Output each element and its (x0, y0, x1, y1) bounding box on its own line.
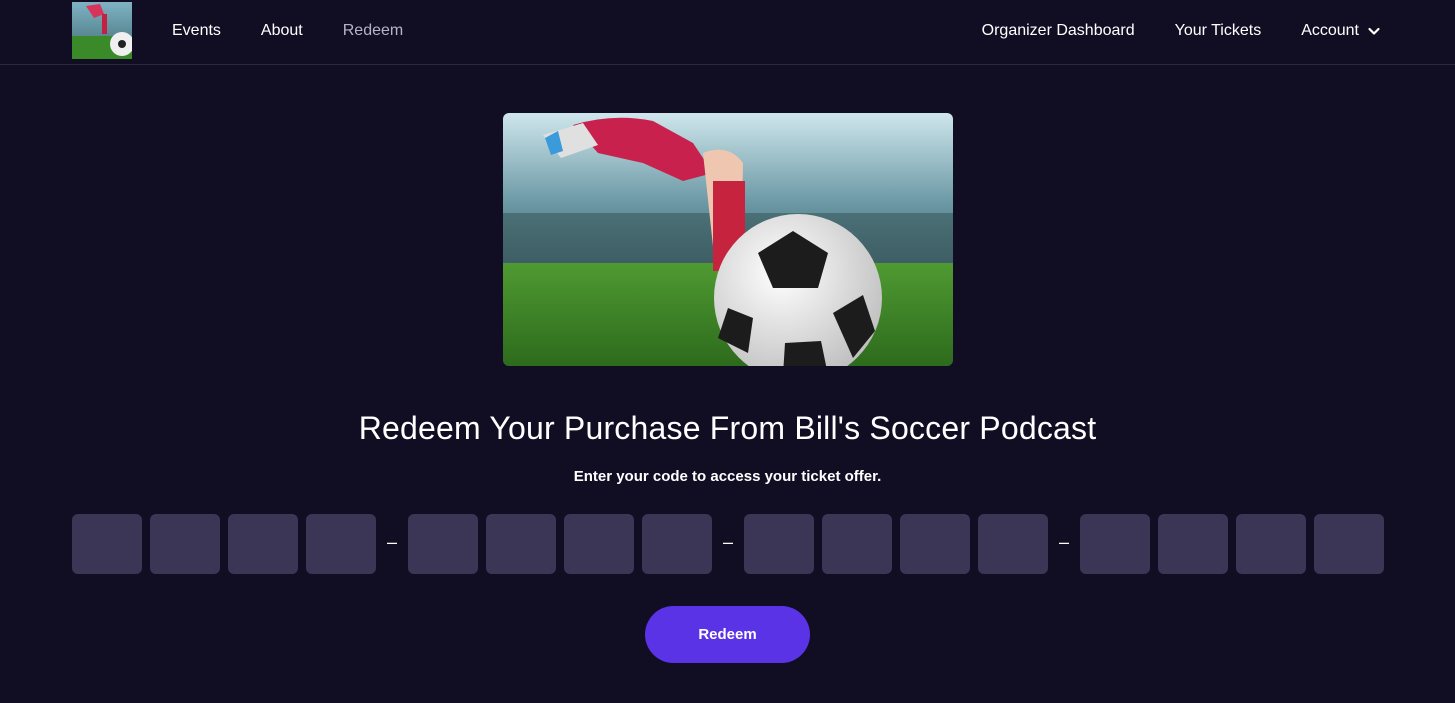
code-char-input[interactable] (150, 514, 220, 574)
page-subtitle: Enter your code to access your ticket of… (573, 468, 882, 485)
account-menu[interactable]: Account (1301, 22, 1381, 40)
code-char-input[interactable] (900, 514, 970, 574)
code-char-input[interactable] (642, 514, 712, 574)
code-char-input[interactable] (1236, 514, 1306, 574)
page-title: Redeem Your Purchase From Bill's Soccer … (358, 410, 1097, 446)
primary-nav: Events About Redeem (172, 0, 443, 62)
nav-your-tickets[interactable]: Your Tickets (1175, 22, 1262, 40)
top-navigation: Events About Redeem Organizer Dashboard … (0, 0, 1455, 65)
code-char-input[interactable] (408, 514, 478, 574)
nav-organizer-dashboard[interactable]: Organizer Dashboard (982, 22, 1135, 40)
redeem-button[interactable]: Redeem (645, 606, 810, 663)
code-separator: – (1058, 532, 1069, 552)
nav-about[interactable]: About (261, 22, 303, 40)
code-char-input[interactable] (744, 514, 814, 574)
code-separator: – (386, 532, 397, 552)
code-char-input[interactable] (72, 514, 142, 574)
code-separator: – (722, 532, 733, 552)
code-char-input[interactable] (486, 514, 556, 574)
chevron-down-icon (1367, 24, 1381, 38)
nav-redeem[interactable]: Redeem (343, 22, 403, 40)
code-char-input[interactable] (822, 514, 892, 574)
code-char-input[interactable] (228, 514, 298, 574)
account-label: Account (1301, 22, 1359, 39)
code-char-input[interactable] (1080, 514, 1150, 574)
logo[interactable] (72, 2, 132, 59)
code-char-input[interactable] (306, 514, 376, 574)
hero-image (503, 113, 953, 366)
secondary-nav: Organizer Dashboard Your Tickets Account (942, 0, 1381, 62)
code-char-input[interactable] (1158, 514, 1228, 574)
code-char-input[interactable] (978, 514, 1048, 574)
code-char-input[interactable] (564, 514, 634, 574)
code-char-input[interactable] (1314, 514, 1384, 574)
nav-events[interactable]: Events (172, 22, 221, 40)
